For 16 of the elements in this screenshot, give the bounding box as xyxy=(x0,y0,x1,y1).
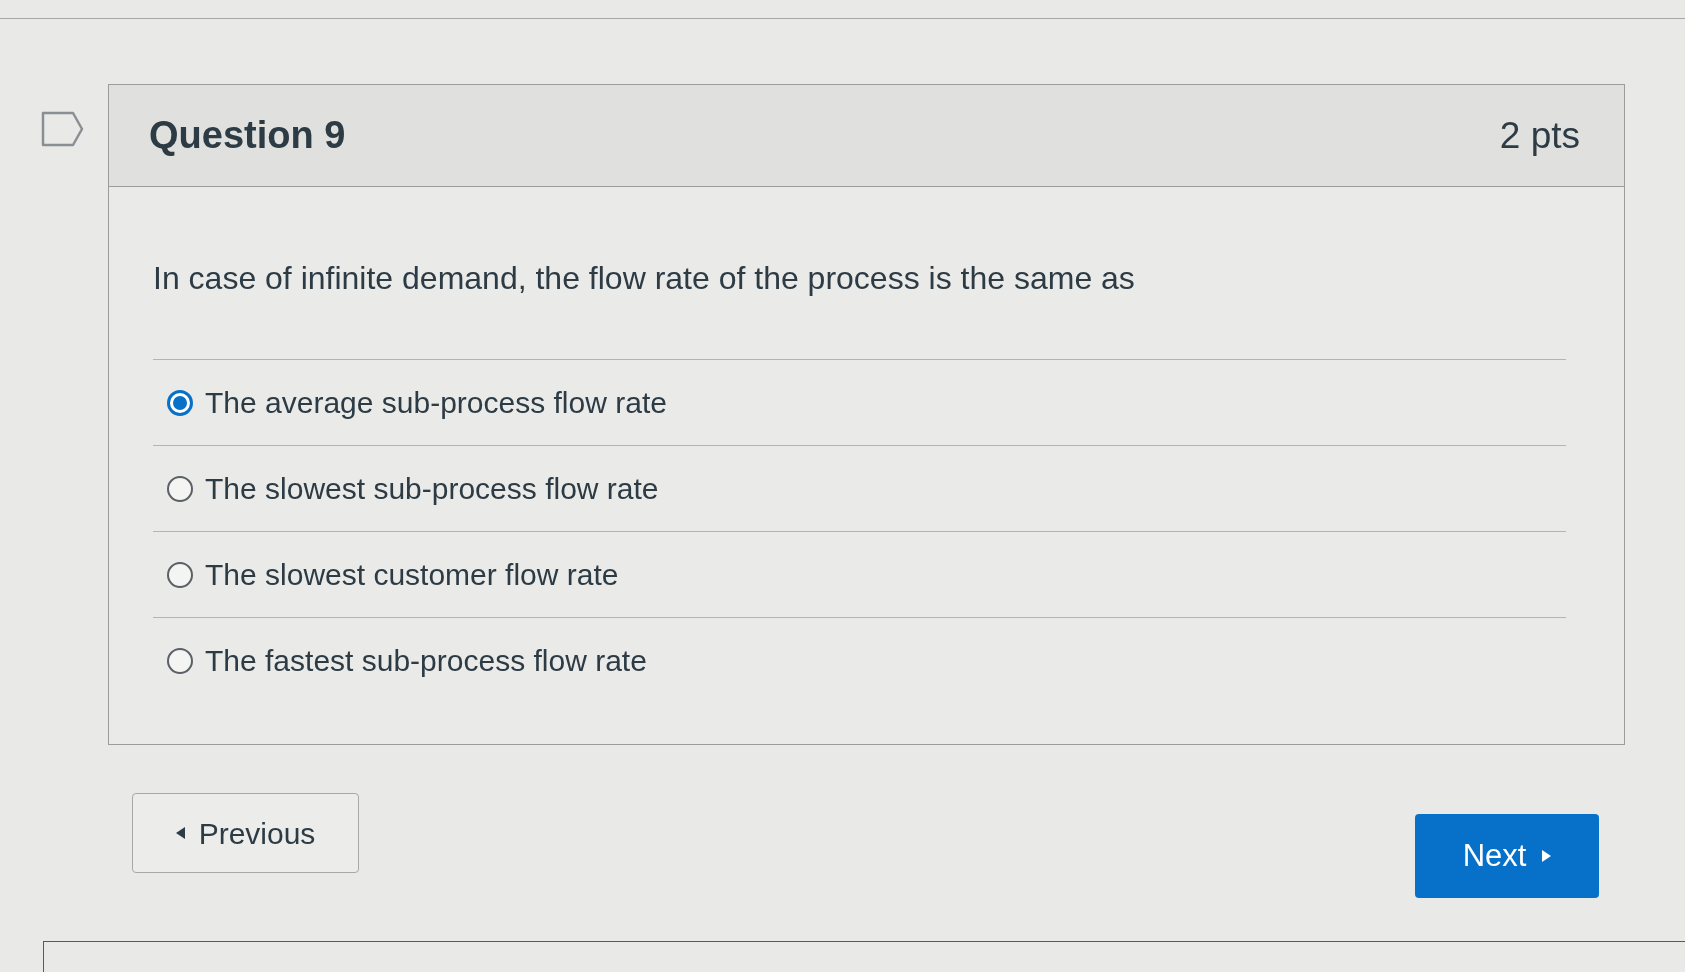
question-title: Question 9 xyxy=(149,113,346,158)
previous-button[interactable]: Previous xyxy=(132,793,359,873)
answer-label[interactable]: The slowest customer flow rate xyxy=(205,555,619,594)
caret-left-icon xyxy=(175,827,185,839)
answer-label[interactable]: The fastest sub-process flow rate xyxy=(205,641,647,680)
next-button[interactable]: Next xyxy=(1415,814,1599,898)
tag-icon[interactable] xyxy=(41,111,84,147)
radio-button[interactable] xyxy=(167,647,193,674)
answer-label[interactable]: The slowest sub-process flow rate xyxy=(205,469,659,508)
caret-right-icon xyxy=(1542,850,1552,862)
question-text: In case of infinite demand, the flow rate of the process is the same as xyxy=(153,259,1135,298)
radio-button[interactable] xyxy=(167,475,193,502)
radio-button[interactable] xyxy=(167,561,193,588)
radio-button[interactable] xyxy=(167,389,193,416)
answer-label[interactable]: The average sub-process flow rate xyxy=(205,383,667,422)
points-label: 2 pts xyxy=(1499,113,1580,158)
